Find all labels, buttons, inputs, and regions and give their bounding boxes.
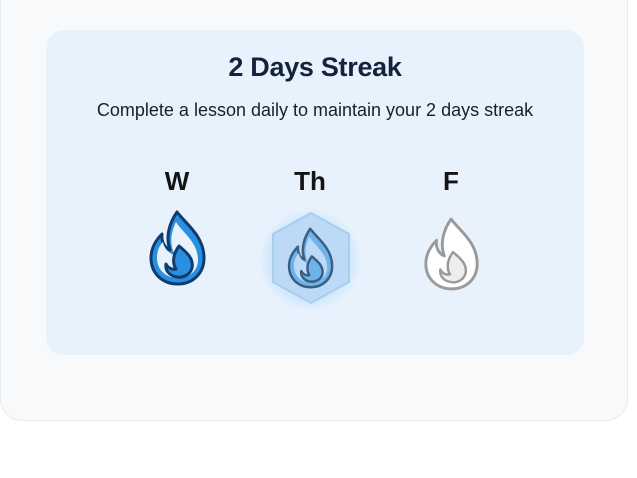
day-label-wednesday: W [164,166,190,196]
streak-card: 2 Days Streak Complete a lesson daily to… [46,30,584,355]
flame-icon [287,227,334,289]
streak-title: 2 Days Streak [228,52,402,82]
flame-icon [424,217,479,291]
day-label-friday: F [443,166,459,196]
flame-icon [149,210,206,286]
streak-subtitle: Complete a lesson daily to maintain your… [96,100,534,120]
current-day-badge [258,208,362,312]
day-label-thursday: Th [294,166,326,196]
streak-modal: 2 Days Streak Complete a lesson daily to… [0,0,628,421]
